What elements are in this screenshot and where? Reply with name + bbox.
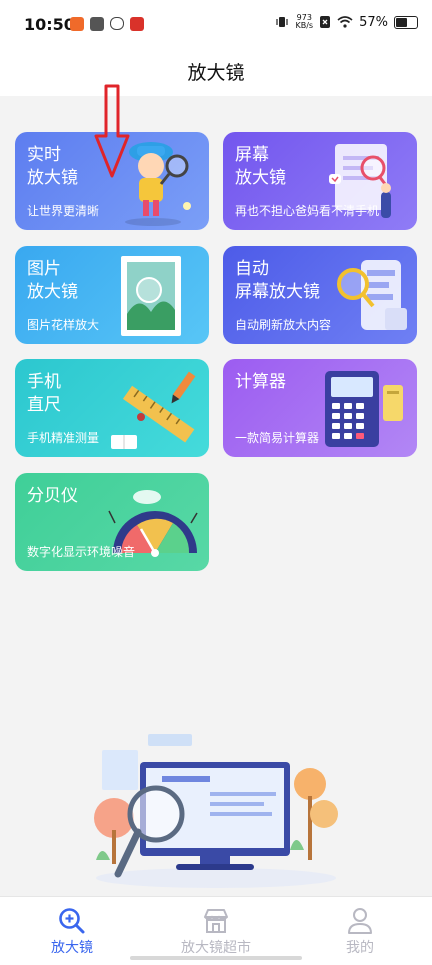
tab-label: 放大镜超市 [181,940,251,956]
monitor-magnifier-illustration [94,734,338,888]
app-header: 放大镜 [0,50,432,96]
red-arrow-annotation [94,84,130,178]
card-auto-screen-magnifier[interactable]: 自动 屏幕放大镜 自动刷新放大内容 [223,246,417,344]
picture-frame-icon [121,256,181,336]
sim-x-icon [320,16,331,28]
battery-percent: 57% [359,14,388,30]
card-subtitle: 图片花样放大 [27,318,100,332]
card-subtitle: 手机精准测量 [27,431,100,445]
page-title: 放大镜 [187,62,245,84]
tab-label: 放大镜 [51,940,93,956]
card-title: 图片 放大镜 [27,259,78,302]
card-screen-magnifier[interactable]: 屏幕 放大镜 再也不担心爸妈看不清手机 [223,132,417,230]
status-time: 10:50 [24,15,75,34]
app-notification-icon [70,17,84,31]
status-right: 973 KB/s 57% [275,14,418,30]
battery-icon [394,15,418,29]
card-calculator[interactable]: 计算器 一款简易计算器 [223,359,417,457]
network-speed: 973 KB/s [295,14,313,30]
card-phone-ruler[interactable]: 手机 直尺 手机精准测量 [15,359,209,457]
store-icon [204,909,228,933]
ruler-pencil-icon [111,371,196,449]
card-title: 分贝仪 [27,486,78,506]
magnifier-plus-icon [59,908,85,934]
card-image-magnifier[interactable]: 图片 放大镜 图片花样放大 [15,246,209,344]
user-icon [348,908,372,934]
card-subtitle: 自动刷新放大内容 [235,318,332,332]
card-subtitle: 让世界更清晰 [27,204,100,218]
mail-notification-icon [90,17,104,31]
bottom-navigation: 放大镜 放大镜超市 我的 [0,896,432,965]
card-title: 计算器 [235,372,286,392]
tab-magnifier[interactable]: 放大镜 [0,897,144,965]
tab-magnifier-mall[interactable]: 放大镜超市 [144,897,288,965]
phone-magnifier-icon [337,260,407,330]
card-subtitle: 数字化显示环境噪音 [27,545,136,559]
wifi-icon [337,16,353,28]
tab-label: 我的 [346,940,374,956]
card-title: 屏幕 放大镜 [235,145,286,188]
status-bar: 10:50 973 KB/s 57% [0,0,432,50]
card-subtitle: 一款简易计算器 [235,431,320,445]
card-title: 手机 直尺 [27,372,61,415]
calculator-icon [325,371,403,447]
card-title: 自动 屏幕放大镜 [235,259,320,302]
card-subtitle: 再也不担心爸妈看不清手机 [235,204,380,218]
wechat-notification-icon [110,17,124,30]
tab-me[interactable]: 我的 [288,897,432,965]
news-notification-icon [130,17,144,31]
card-title: 实时 放大镜 [27,145,78,188]
vibrate-icon [276,17,289,27]
card-decibel-meter[interactable]: 分贝仪 数字化显示环境噪音 [15,473,209,571]
network-speed-unit: KB/s [295,21,314,30]
home-indicator[interactable] [130,956,302,960]
notification-icons [70,17,144,31]
